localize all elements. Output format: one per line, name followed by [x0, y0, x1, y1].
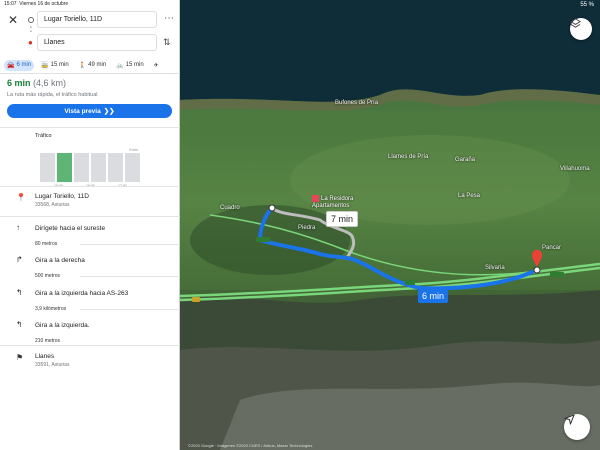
step-title[interactable]: Llanes [35, 353, 54, 360]
walk-icon: 🚶 [78, 62, 87, 69]
divider [0, 216, 180, 217]
divider [0, 127, 180, 128]
step-title[interactable]: Lugar Toriello, 11D [35, 193, 89, 200]
alt-route-time[interactable]: 7 min [326, 211, 359, 227]
traffic-bar [74, 153, 89, 182]
step-title[interactable]: Dirígete hacia el sureste [35, 225, 105, 232]
chevrons-right-icon: ❯❯ [103, 108, 115, 115]
route-summary: 6 min (4,6 km) [7, 78, 66, 88]
map-place-label: Silvaria [485, 265, 505, 271]
swap-icon[interactable]: ⇅ [163, 37, 171, 48]
layers-button[interactable] [570, 18, 592, 40]
origin-icon [28, 17, 34, 23]
battery-status: 55 % [580, 2, 594, 8]
map-place-label: Cuadro [220, 205, 240, 211]
map-view[interactable]: 55 % Bufones de Pría Llames de Pría Gara… [180, 0, 600, 450]
step-title[interactable]: Gira a la izquierda hacia AS-263 [35, 290, 128, 297]
travel-mode-tabs: 🚘 6 min 🚋 15 min 🚶 49 min 🚲 15 min ✈ [4, 58, 176, 72]
tab-driving[interactable]: 🚘 6 min [4, 59, 35, 71]
bike-icon: 🚲 [116, 62, 124, 69]
tab-transit[interactable]: 🚋 15 min [38, 60, 72, 71]
tab-label: 49 min [88, 62, 107, 68]
plane-icon: ✈ [153, 62, 159, 69]
location-pin-icon: 📍 [16, 193, 26, 202]
divider [80, 276, 180, 277]
map-place-label: Llames de Pría [388, 154, 429, 160]
divider [0, 186, 180, 187]
car-icon: 🚘 [7, 62, 15, 69]
map-place-label: Bufones de Pría [335, 100, 379, 106]
hotel-icon [312, 195, 319, 202]
main-route-time[interactable]: 6 min [418, 289, 449, 303]
preview-button[interactable]: Vista previa ❯❯ [7, 104, 172, 118]
traffic-bar [108, 153, 123, 182]
map-place-label: Garaña [455, 157, 476, 163]
step-distance: 80 metros [35, 241, 58, 247]
traffic-title: Tráfico [35, 133, 52, 139]
tab-label: 6 min [16, 62, 32, 68]
traffic-bar [125, 153, 140, 182]
divider [0, 345, 180, 346]
tabs-divider [0, 73, 180, 74]
turn-left-icon: ↰ [16, 320, 23, 329]
navigation-button[interactable] [564, 414, 590, 440]
step-distance: 210 metros [35, 338, 61, 344]
step-subtitle: 33591, Asturias [35, 362, 70, 368]
transit-icon: 🚋 [41, 62, 49, 69]
step-title[interactable]: Gira a la izquierda. [35, 322, 90, 329]
poi-marker[interactable]: La Residora Apartamentos [312, 195, 382, 210]
preview-label: Vista previa [64, 107, 101, 115]
step-distance: 3,9 kilómetros [35, 306, 67, 312]
route-duration: 6 min [7, 78, 31, 88]
step-title[interactable]: Gira a la derecha [35, 257, 85, 264]
origin-field[interactable]: Lugar Toriello, 11D [37, 11, 157, 28]
traffic-bar [40, 153, 55, 182]
turn-right-icon: ↱ [16, 255, 23, 264]
destination-field[interactable]: Llanes [37, 34, 157, 51]
tab-walking[interactable]: 🚶 49 min [76, 60, 110, 71]
divider [80, 309, 180, 310]
route-distance: (4,6 km) [33, 78, 67, 88]
layers-icon [570, 18, 581, 28]
map-place-label: La Pesa [458, 193, 481, 199]
map-attribution: ©2020 Google · Imágenes ©2020 CNES / Air… [188, 443, 313, 448]
directions-panel: 15:07 Viernes 16 de octubre ✕ Lugar Tori… [0, 0, 180, 450]
status-time: 15:07 [4, 1, 17, 7]
step-distance: 500 metros [35, 273, 61, 279]
traffic-bar-current [57, 153, 72, 182]
tab-cycling[interactable]: 🚲 15 min [113, 60, 147, 71]
destination-icon: ⚑ [16, 353, 24, 362]
tab-label: 15 min [50, 62, 69, 68]
map-place-label: Piedra [298, 225, 316, 231]
map-place-label: Villahuoma [560, 166, 590, 172]
more-options-icon[interactable]: ⋯ [164, 13, 174, 24]
tab-label: 15 min [125, 62, 144, 68]
arrow-up-icon: ↑ [16, 223, 20, 232]
step-subtitle: 33568, Asturias [35, 202, 70, 208]
map-canvas [180, 0, 600, 450]
traffic-chart: 6 min 15:00 16:00 17:00 [40, 148, 140, 188]
map-place-label: Pancar [542, 245, 562, 251]
status-bar: 15:07 Viernes 16 de octubre [4, 1, 68, 7]
turn-left-icon: ↰ [16, 288, 23, 297]
route-dots-icon: • • [30, 25, 32, 35]
traffic-bar [91, 153, 106, 182]
destination-pin-icon: ● [28, 38, 33, 47]
close-button[interactable]: ✕ [8, 13, 18, 27]
traffic-chart-label: 6 min [129, 148, 138, 152]
tab-flights[interactable]: ✈ [151, 60, 162, 71]
divider [80, 244, 180, 245]
navigation-arrow-icon [564, 414, 575, 425]
status-date: Viernes 16 de octubre [19, 1, 69, 7]
route-note: La ruta más rápida, el tráfico habitual [7, 92, 98, 98]
